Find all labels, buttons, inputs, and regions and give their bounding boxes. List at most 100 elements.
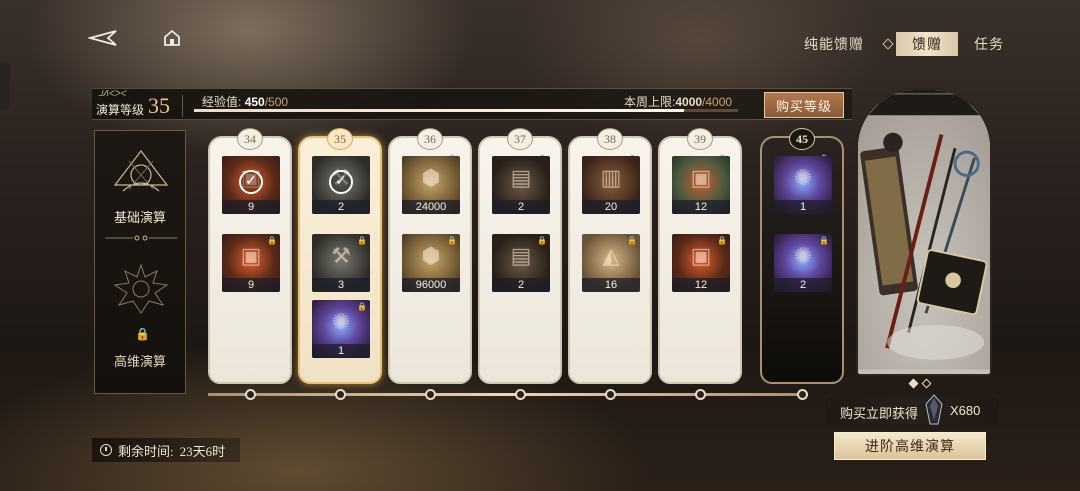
claimed-check-icon: ✓ — [329, 169, 353, 194]
clock-icon — [100, 444, 112, 456]
tab-pure-energy-gift[interactable]: 纯能馈赠 — [788, 32, 880, 56]
reward-item[interactable]: ⚒ 🔒 3 — [312, 234, 370, 292]
reward-card-level-38[interactable]: 38🔒▥20◭🔒16 — [568, 128, 652, 384]
track-node — [605, 389, 616, 400]
card-level-badge: 37 — [507, 128, 533, 150]
card-level-badge: 35 — [327, 128, 353, 150]
timer-label: 剩余时间: — [118, 443, 174, 459]
reward-item[interactable]: ▤ 2 — [492, 156, 550, 214]
exp-text: 经验值: 450/500 — [202, 93, 288, 110]
home-icon[interactable] — [162, 28, 182, 48]
item-lock-icon: 🔒 — [357, 236, 367, 245]
item-lock-icon: 🔒 — [819, 236, 829, 245]
crystal-icon — [925, 394, 943, 425]
reward-item[interactable]: ▥ 20 — [582, 156, 640, 214]
level-track — [208, 393, 804, 396]
item-art-icon: ✺ — [793, 165, 813, 190]
reward-item[interactable]: ▣ 12 — [672, 156, 730, 214]
basic-tier-title[interactable]: 基础演算 — [95, 207, 185, 226]
card-level-badge: 39 — [687, 128, 713, 150]
reward-card-level-37[interactable]: 37🔒▤2▤🔒2 — [478, 128, 562, 384]
tier-panel: 基础演算 🔒 高维演算 — [94, 130, 186, 394]
reward-card-level-35[interactable]: 35 ⚒ ✓ 2 ⚒ 🔒 3 ✺ 🔒 1 — [298, 128, 382, 384]
exp-label: 经验值: — [202, 95, 242, 109]
reward-item[interactable]: ⬢ 24000 — [402, 156, 460, 214]
level-value: 35 — [148, 93, 170, 118]
reward-item[interactable]: ✺ 🔒 1 — [312, 300, 370, 358]
item-quantity: 12 — [672, 200, 730, 214]
tab-gift[interactable]: 馈赠 — [896, 32, 958, 56]
tab-tasks[interactable]: 任务 — [958, 32, 1020, 56]
item-art-icon: ▤ — [510, 165, 532, 190]
exp-max: /500 — [264, 95, 289, 109]
reward-item[interactable]: ✺ 1 — [774, 156, 832, 214]
card-level-badge: 38 — [597, 128, 623, 150]
side-handle[interactable] — [0, 62, 10, 110]
item-quantity: 1 — [312, 344, 370, 358]
reward-item[interactable]: ▣ 🔒 9 — [222, 234, 280, 292]
exp-progress-bar — [194, 109, 738, 112]
item-quantity: 16 — [582, 278, 640, 292]
item-quantity: 3 — [312, 278, 370, 292]
reward-item[interactable]: ◭ 🔒 16 — [582, 234, 640, 292]
weekly-cap-text: 本周上限:4000/4000 — [624, 93, 732, 110]
back-arrow-icon[interactable] — [86, 28, 118, 48]
item-lock-icon: 🔒 — [717, 236, 727, 245]
item-quantity: 20 — [582, 200, 640, 214]
reward-card-level-45[interactable]: 45🔒✺1✺🔒2 — [760, 128, 844, 384]
weekly-label: 本周上限: — [624, 95, 676, 109]
buy-level-button[interactable]: 购买等级 — [764, 92, 844, 118]
track-node — [797, 389, 808, 400]
level-label: 演算等级 — [96, 103, 145, 117]
remaining-time: 剩余时间: 23天6时 — [92, 438, 240, 462]
item-lock-icon: 🔒 — [627, 236, 637, 245]
item-quantity: 12 — [672, 278, 730, 292]
reward-card-level-36[interactable]: 36🔒⬢24000⬢🔒96000 — [388, 128, 472, 384]
item-art-icon: ▣ — [690, 165, 712, 190]
pager-dot[interactable] — [908, 378, 919, 389]
weekly-max: /4000 — [702, 95, 733, 109]
item-quantity: 24000 — [402, 200, 460, 214]
tab-bar: 纯能馈赠 馈赠 任务 — [788, 32, 1020, 56]
divider — [182, 95, 183, 117]
reward-card-level-39[interactable]: 39🔒▣12▣🔒12 — [658, 128, 742, 384]
advanced-preview-panel[interactable] — [856, 88, 992, 376]
reward-item[interactable]: ⬢ 🔒 96000 — [402, 234, 460, 292]
item-quantity: 96000 — [402, 278, 460, 292]
item-art-icon: ▥ — [600, 165, 622, 190]
item-quantity: 2 — [312, 200, 370, 214]
ornament-divider — [105, 235, 177, 241]
reward-item[interactable]: ⚒ ✓ 2 — [312, 156, 370, 214]
weekly-current: 4000 — [675, 95, 703, 109]
item-lock-icon: 🔒 — [537, 236, 547, 245]
advanced-tier-title[interactable]: 高维演算 — [95, 351, 185, 370]
item-quantity: 2 — [774, 278, 832, 292]
item-lock-icon: 🔒 — [447, 236, 457, 245]
buy-get-amount: X680 — [950, 403, 981, 418]
item-quantity: 9 — [222, 200, 280, 214]
basic-emblem-icon — [113, 150, 169, 192]
item-lock-icon: 🔒 — [267, 236, 277, 245]
card-level-badge: 34 — [237, 128, 263, 150]
item-quantity: 2 — [492, 278, 550, 292]
claimed-check-icon: ✓ — [239, 169, 263, 194]
exp-progress-fill — [194, 109, 684, 112]
timer-value: 23天6时 — [179, 443, 226, 459]
item-quantity: 2 — [492, 200, 550, 214]
card-level-badge: 36 — [417, 128, 443, 150]
level-decor-text: ᒧᐱᐸᐳᐸ — [98, 89, 126, 98]
track-node — [335, 389, 346, 400]
weapon-preview-art — [858, 90, 990, 370]
reward-card-level-34[interactable]: 34 ▣ ✓ 9 ▣ 🔒 9 — [208, 128, 292, 384]
reward-item[interactable]: ▣ 🔒 12 — [672, 234, 730, 292]
tab-separator — [882, 38, 894, 50]
reward-item[interactable]: ▣ ✓ 9 — [222, 156, 280, 214]
track-node — [695, 389, 706, 400]
advance-tier-button[interactable]: 进阶高维演算 — [834, 432, 986, 460]
track-node — [245, 389, 256, 400]
pager-dot[interactable] — [921, 378, 932, 389]
item-art-icon: ⬢ — [421, 165, 441, 190]
lock-icon: 🔒 — [135, 327, 150, 341]
reward-item[interactable]: ▤ 🔒 2 — [492, 234, 550, 292]
reward-item[interactable]: ✺ 🔒 2 — [774, 234, 832, 292]
